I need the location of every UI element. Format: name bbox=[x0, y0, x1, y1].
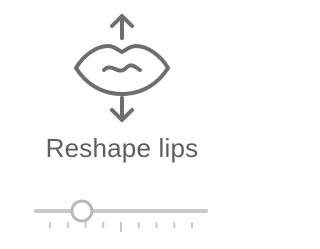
slider-thumb[interactable] bbox=[70, 199, 94, 223]
reshape-lips-tool: Reshape lips bbox=[0, 0, 244, 249]
mouth-line-icon bbox=[102, 63, 142, 73]
tool-label: Reshape lips bbox=[45, 133, 199, 163]
arrow-down-icon bbox=[110, 96, 134, 122]
reshape-slider[interactable] bbox=[28, 196, 214, 246]
slider-ticks bbox=[49, 222, 193, 232]
arrow-up-icon bbox=[110, 14, 134, 40]
reshape-lips-icon bbox=[74, 14, 170, 122]
